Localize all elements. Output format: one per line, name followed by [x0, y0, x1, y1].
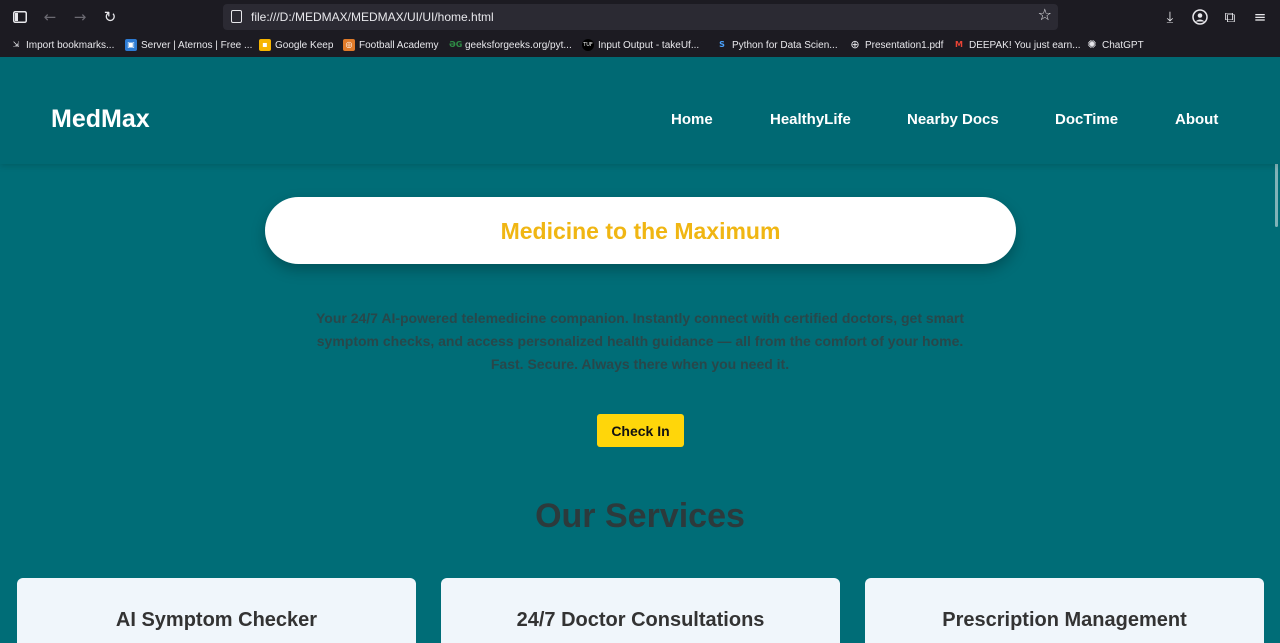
nav-link-nearby-docs[interactable]: Nearby Docs [907, 111, 999, 128]
browser-toolbar: ← → ↻ file:///D:/MEDMAX/MEDMAX/UI/UI/hom… [0, 0, 1280, 33]
globe-icon: ⊕ [850, 38, 860, 51]
page-content: MedMax Home HealthyLife Nearby Docs DocT… [0, 57, 1280, 643]
bookmark-item[interactable]: TUF Input Output - takeUf... [582, 38, 699, 52]
nav-link-home[interactable]: Home [671, 111, 713, 128]
service-card-title: 24/7 Doctor Consultations [516, 609, 765, 631]
menu-icon[interactable]: ≡ [1249, 6, 1271, 28]
bookmark-label: Server | Aternos | Free ... [141, 39, 253, 51]
bookmark-label: Football Academy [359, 39, 439, 51]
account-icon[interactable] [1189, 6, 1211, 28]
bookmark-label: Import bookmarks... [26, 39, 115, 51]
bookmark-label: Google Keep [275, 39, 334, 51]
hero-title: Medicine to the Maximum [500, 218, 781, 244]
check-in-button[interactable]: Check In [597, 414, 684, 447]
service-card-title: AI Symptom Checker [115, 609, 318, 631]
bookmark-label: DEEPAK! You just earn... [969, 39, 1081, 51]
site-navbar: MedMax Home HealthyLife Nearby Docs DocT… [0, 57, 1280, 164]
browser-chrome: ← → ↻ file:///D:/MEDMAX/MEDMAX/UI/UI/hom… [0, 0, 1280, 57]
bookmark-item[interactable]: ▪ Google Keep [259, 38, 333, 52]
service-card[interactable]: Prescription Management [865, 578, 1264, 643]
site-logo[interactable]: MedMax [51, 105, 150, 134]
bookmark-item[interactable]: ✺ ChatGPT [1086, 38, 1144, 52]
service-card[interactable]: AI Symptom Checker [17, 578, 416, 643]
bookmark-item[interactable]: ◎ Football Academy [343, 38, 439, 52]
chatgpt-icon: ✺ [1087, 38, 1097, 51]
bookmark-item[interactable]: M DEEPAK! You just earn... [953, 38, 1081, 52]
nav-link-doctime[interactable]: DocTime [1055, 111, 1118, 128]
bookmark-star-icon[interactable]: ☆ [1038, 5, 1052, 24]
address-bar[interactable]: file:///D:/MEDMAX/MEDMAX/UI/UI/home.html… [223, 4, 1058, 30]
bookmark-item[interactable]: S Python for Data Scien... [716, 38, 838, 52]
bookmark-label: Presentation1.pdf [865, 39, 944, 51]
services-heading: Our Services [535, 497, 745, 535]
hero-banner: Medicine to the Maximum [265, 197, 1016, 264]
bookmarks-bar: ⇲ Import bookmarks... ▣ Server | Aternos… [0, 35, 1280, 55]
python-icon: S [719, 40, 725, 49]
nav-link-healthylife[interactable]: HealthyLife [770, 111, 851, 128]
sidebar-toggle-icon[interactable] [9, 6, 31, 28]
reload-icon[interactable]: ↻ [99, 6, 121, 28]
bookmark-label: ChatGPT [1102, 39, 1144, 51]
back-arrow-icon[interactable]: ← [39, 6, 61, 28]
geeksforgeeks-icon: ƏG [449, 40, 463, 49]
extensions-icon[interactable]: ⧉ [1219, 6, 1241, 28]
page-icon [231, 10, 242, 23]
bookmark-item[interactable]: ⊕ Presentation1.pdf [849, 38, 943, 52]
bookmark-label: Input Output - takeUf... [598, 39, 700, 51]
forward-arrow-icon[interactable]: → [69, 6, 91, 28]
service-card[interactable]: 24/7 Doctor Consultations [441, 578, 840, 643]
google-keep-icon: ▪ [259, 39, 271, 51]
service-card-title: Prescription Management [942, 609, 1187, 631]
bookmark-item[interactable]: ƏG geeksforgeeks.org/pyt... [449, 38, 572, 52]
import-icon: ⇲ [12, 40, 20, 49]
bookmark-item[interactable]: ▣ Server | Aternos | Free ... [125, 38, 252, 52]
downloads-icon[interactable]: ⤓ [1159, 6, 1181, 28]
nav-link-about[interactable]: About [1175, 111, 1218, 128]
bookmark-item[interactable]: ⇲ Import bookmarks... [10, 38, 115, 52]
bookmark-label: geeksforgeeks.org/pyt... [465, 39, 572, 51]
football-academy-icon: ◎ [343, 39, 355, 51]
url-text[interactable]: file:///D:/MEDMAX/MEDMAX/UI/UI/home.html [251, 10, 494, 24]
hero-description: Your 24/7 AI-powered telemedicine compan… [315, 310, 965, 372]
bookmark-label: Python for Data Scien... [732, 39, 838, 51]
takeuforward-icon: TUF [582, 39, 594, 51]
gmail-icon: M [955, 40, 963, 49]
aternos-icon: ▣ [125, 39, 137, 51]
